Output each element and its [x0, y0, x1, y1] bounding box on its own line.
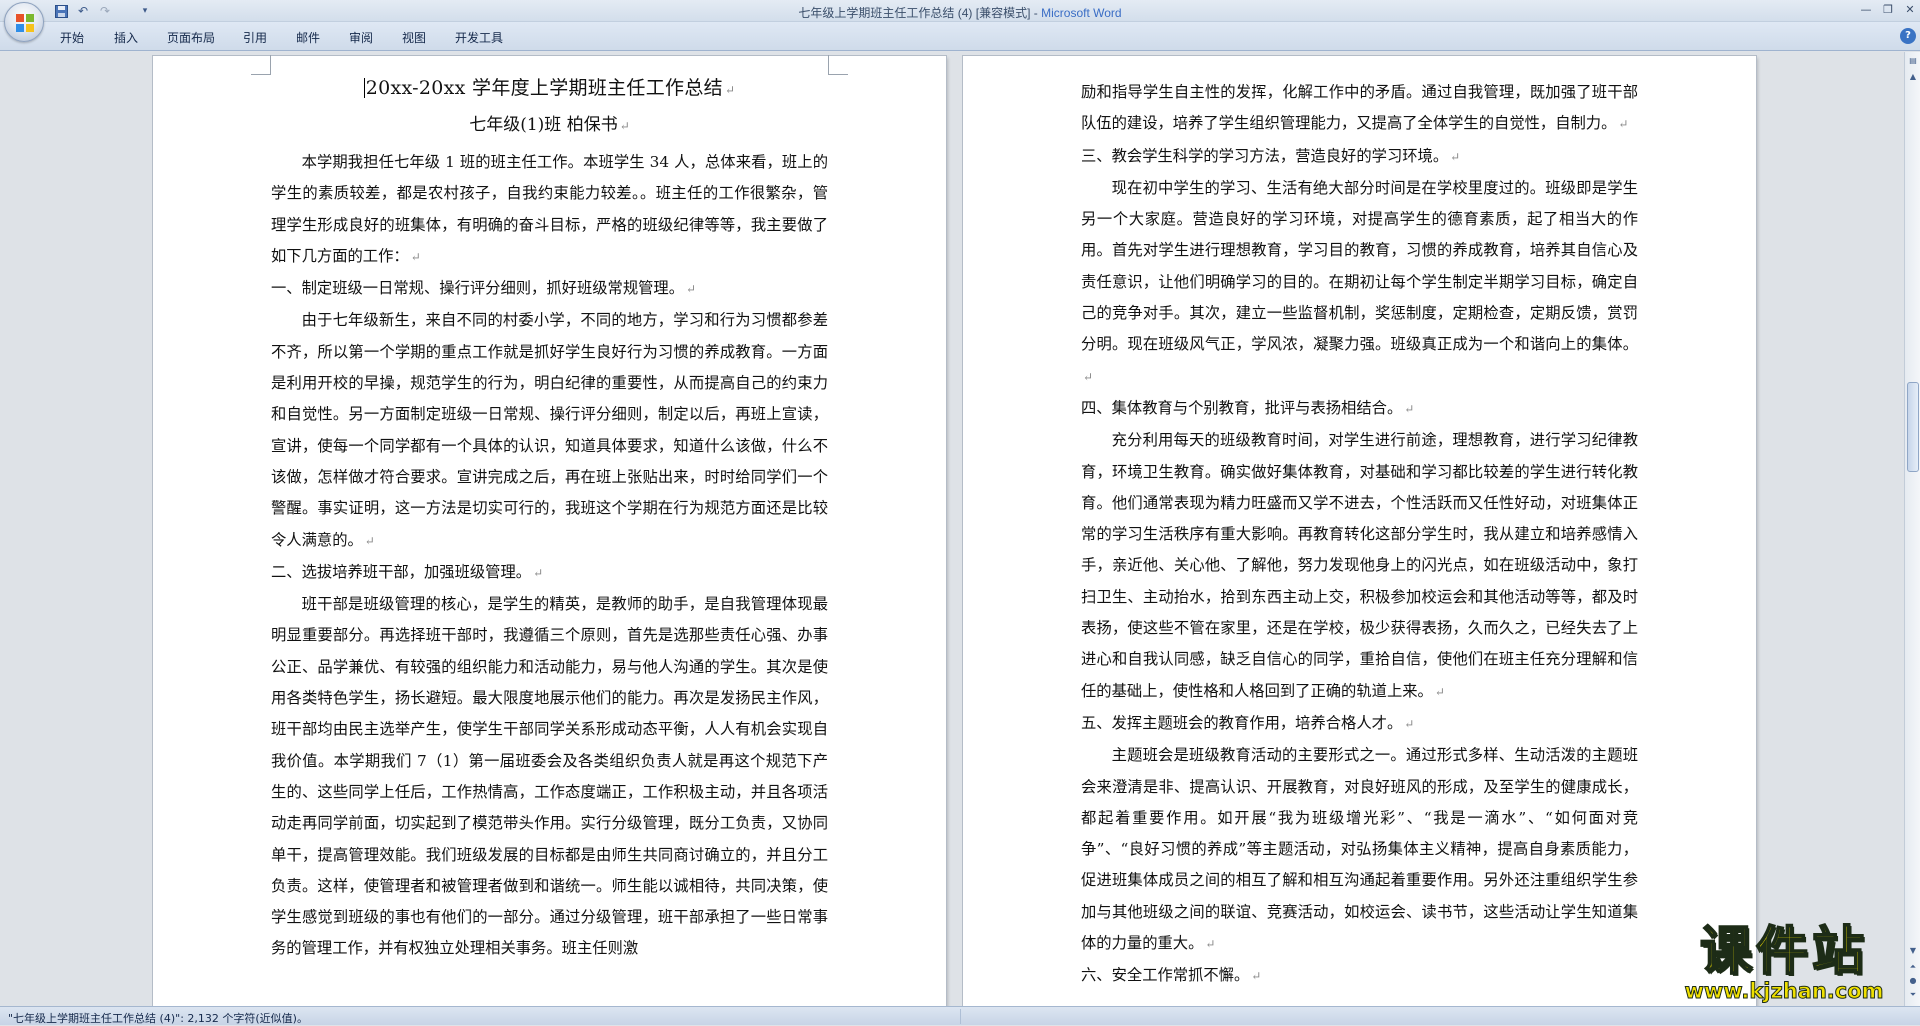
document-title-text: 20xx-20xx 学年度上学期班主任工作总结: [365, 77, 723, 99]
document-paragraph: 三、教会学生科学的学习方法，营造良好的学习环境。 ↵: [1081, 141, 1638, 173]
status-bar: "七年级上学期班主任工作总结 (4)": 2,132 个字符(近似值)。: [0, 1006, 1920, 1025]
office-logo-icon: [16, 14, 34, 32]
paragraph-mark: ↵: [619, 119, 630, 133]
document-paragraph: 班干部是班级管理的核心，是学生的精英，是教师的助手，是自我管理体现最明显重要部分…: [271, 589, 828, 965]
watermark-url: www.kjzhan.com: [1684, 979, 1884, 1004]
page-2-text[interactable]: 励和指导学生自主性的发挥，化解工作中的矛盾。通过自我管理，既加强了班干部队伍的建…: [1081, 77, 1638, 993]
watermark-name: 课件站: [1699, 922, 1868, 982]
window-title: 七年级上学期班主任工作总结 (4) [兼容模式] - Microsoft Wor…: [0, 4, 1920, 21]
text-cursor: [363, 78, 365, 98]
browse-object-icon[interactable]: ●: [1906, 974, 1920, 988]
paragraph-mark: ↵: [1450, 149, 1461, 164]
paragraph-mark: ↵: [724, 83, 736, 97]
crop-mark: [251, 55, 271, 75]
document-title: 20xx-20xx 学年度上学期班主任工作总结 ↵: [271, 70, 828, 108]
tab-view[interactable]: 视图: [402, 29, 426, 46]
paragraph-text: 二、选拔培养班干部，加强班级管理。: [271, 562, 532, 581]
paragraph-mark: ↵: [1251, 969, 1262, 984]
paragraph-text: 现在初中学生的学习、生活有绝大部分时间是在学校里度过的。班级即是学生另一个大家庭…: [1081, 178, 1638, 354]
tab-insert[interactable]: 插入: [114, 29, 138, 46]
paragraph-mark: ↵: [1205, 937, 1216, 952]
paragraph-text: 由于七年级新生，来自不同的村委小学，不同的地方，学习和行为习惯都参差不齐，所以第…: [271, 311, 828, 549]
office-button[interactable]: [4, 2, 44, 42]
scroll-thumb[interactable]: [1907, 382, 1919, 472]
help-icon[interactable]: ?: [1900, 28, 1916, 44]
document-paragraph: 四、集体教育与个别教育，批评与表扬相结合。 ↵: [1081, 393, 1638, 425]
document-paragraph: 六、安全工作常抓不懈。 ↵: [1081, 960, 1638, 992]
page-1-text[interactable]: 20xx-20xx 学年度上学期班主任工作总结 ↵ 七年级(1)班 柏保书 ↵ 本学…: [271, 66, 828, 965]
document-subtitle-text: 七年级(1)班 柏保书: [469, 115, 618, 135]
paragraph-mark: ↵: [533, 565, 544, 580]
paragraph-mark: ↵: [1618, 117, 1629, 132]
ribbon-tab-bar: 开始 插入 页面布局 引用 邮件 审阅 视图 开发工具 ?: [0, 22, 1920, 51]
document-paragraph: 本学期我担任七年级 1 班的班主任工作。本班学生 34 人，总体来看，班上的学生…: [271, 147, 828, 273]
document-paragraph: 励和指导学生自主性的发挥，化解工作中的矛盾。通过自我管理，既加强了班干部队伍的建…: [1081, 77, 1638, 141]
paragraph-mark: ↵: [1404, 716, 1415, 731]
paragraph-text: 一、制定班级一日常规、操行评分细则，抓好班级常规管理。: [271, 279, 685, 298]
document-paragraph: 主题班会是班级教育活动的主要形式之一。通过形式多样、生动活泼的主题班会来澄清是非…: [1081, 740, 1638, 960]
status-word-count[interactable]: "七年级上学期班主任工作总结 (4)": 2,132 个字符(近似值)。: [8, 1010, 308, 1026]
paragraph-mark: ↵: [1404, 401, 1415, 416]
status-divider: [960, 1009, 961, 1024]
document-subtitle: 七年级(1)班 柏保书 ↵: [271, 108, 828, 143]
site-watermark: 课件站 www.kjzhan.com: [1664, 922, 1904, 1007]
tab-home[interactable]: 开始: [60, 29, 84, 46]
tab-page-layout[interactable]: 页面布局: [167, 29, 215, 46]
tab-references[interactable]: 引用: [243, 29, 267, 46]
window-title-separator: -: [1030, 6, 1042, 20]
crop-mark: [828, 55, 848, 75]
tab-developer[interactable]: 开发工具: [455, 29, 503, 46]
document-paragraph: 由于七年级新生，来自不同的村委小学，不同的地方，学习和行为习惯都参差不齐，所以第…: [271, 305, 828, 556]
paragraph-text: 三、教会学生科学的学习方法，营造良好的学习环境。: [1081, 146, 1449, 165]
vertical-scrollbar[interactable]: ▤ ▲ ▼ ⏶ ● ⏷: [1904, 52, 1920, 1006]
document-paragraph: 二、选拔培养班干部，加强班级管理。 ↵: [271, 557, 828, 589]
paragraph-text: 本学期我担任七年级 1 班的班主任工作。本班学生 34 人，总体来看，班上的学生…: [271, 153, 828, 265]
document-paragraph: 充分利用每天的班级教育时间，对学生进行前途，理想教育，进行学习纪律教育，环境卫生…: [1081, 425, 1638, 708]
paragraph-text: 励和指导学生自主性的发挥，化解工作中的矛盾。通过自我管理，既加强了班干部队伍的建…: [1081, 83, 1638, 133]
paragraph-mark: ↵: [1434, 684, 1445, 699]
scroll-up-icon[interactable]: ▲: [1906, 70, 1920, 84]
restore-button[interactable]: ❐: [1878, 2, 1898, 18]
paragraph-text: 五、发挥主题班会的教育作用，培养合格人才。: [1081, 713, 1403, 732]
document-workspace[interactable]: 20xx-20xx 学年度上学期班主任工作总结 ↵ 七年级(1)班 柏保书 ↵ 本学…: [0, 52, 1904, 1006]
paragraph-mark: ↵: [364, 533, 375, 548]
paragraph-text: 四、集体教育与个别教育，批评与表扬相结合。: [1081, 398, 1403, 417]
document-page-2[interactable]: 励和指导学生自主性的发挥，化解工作中的矛盾。通过自我管理，既加强了班干部队伍的建…: [963, 56, 1756, 1006]
page-1-paragraphs: 本学期我担任七年级 1 班的班主任工作。本班学生 34 人，总体来看，班上的学生…: [271, 147, 828, 965]
paragraph-text: 充分利用每天的班级教育时间，对学生进行前途，理想教育，进行学习纪律教育，环境卫生…: [1081, 431, 1638, 700]
paragraph-text: 班干部是班级管理的核心，是学生的精英，是教师的助手，是自我管理体现最明显重要部分…: [271, 595, 828, 958]
paragraph-mark: ↵: [686, 282, 697, 297]
ruler-toggle-icon[interactable]: ▤: [1906, 54, 1920, 68]
paragraph-text: 六、安全工作常抓不懈。: [1081, 966, 1250, 985]
paragraph-mark: ↵: [410, 249, 421, 264]
page-2-paragraphs: 励和指导学生自主性的发挥，化解工作中的矛盾。通过自我管理，既加强了班干部队伍的建…: [1081, 77, 1638, 993]
document-paragraph: 一、制定班级一日常规、操行评分细则，抓好班级常规管理。 ↵: [271, 273, 828, 305]
close-button[interactable]: ✕: [1900, 2, 1920, 18]
document-paragraph: 五、发挥主题班会的教育作用，培养合格人才。 ↵: [1081, 708, 1638, 740]
title-bar: ↶ ↷ ▾ 七年级上学期班主任工作总结 (4) [兼容模式] - Microso…: [0, 0, 1920, 42]
paragraph-text: 主题班会是班级教育活动的主要形式之一。通过形式多样、生动活泼的主题班会来澄清是非…: [1081, 746, 1638, 953]
document-page-1[interactable]: 20xx-20xx 学年度上学期班主任工作总结 ↵ 七年级(1)班 柏保书 ↵ 本学…: [153, 55, 946, 1006]
scroll-down-icon[interactable]: ▼: [1906, 944, 1920, 958]
tab-mailings[interactable]: 邮件: [296, 29, 320, 46]
paragraph-mark: ↵: [1083, 369, 1094, 384]
next-page-icon[interactable]: ⏷: [1906, 988, 1920, 1002]
window-title-app: Microsoft Word: [1041, 6, 1122, 20]
document-paragraph: 现在初中学生的学习、生活有绝大部分时间是在学校里度过的。班级即是学生另一个大家庭…: [1081, 173, 1638, 393]
window-title-doc: 七年级上学期班主任工作总结 (4) [兼容模式]: [798, 6, 1031, 20]
minimize-button[interactable]: —: [1856, 2, 1876, 18]
previous-page-icon[interactable]: ⏶: [1906, 960, 1920, 974]
tab-review[interactable]: 审阅: [349, 29, 373, 46]
